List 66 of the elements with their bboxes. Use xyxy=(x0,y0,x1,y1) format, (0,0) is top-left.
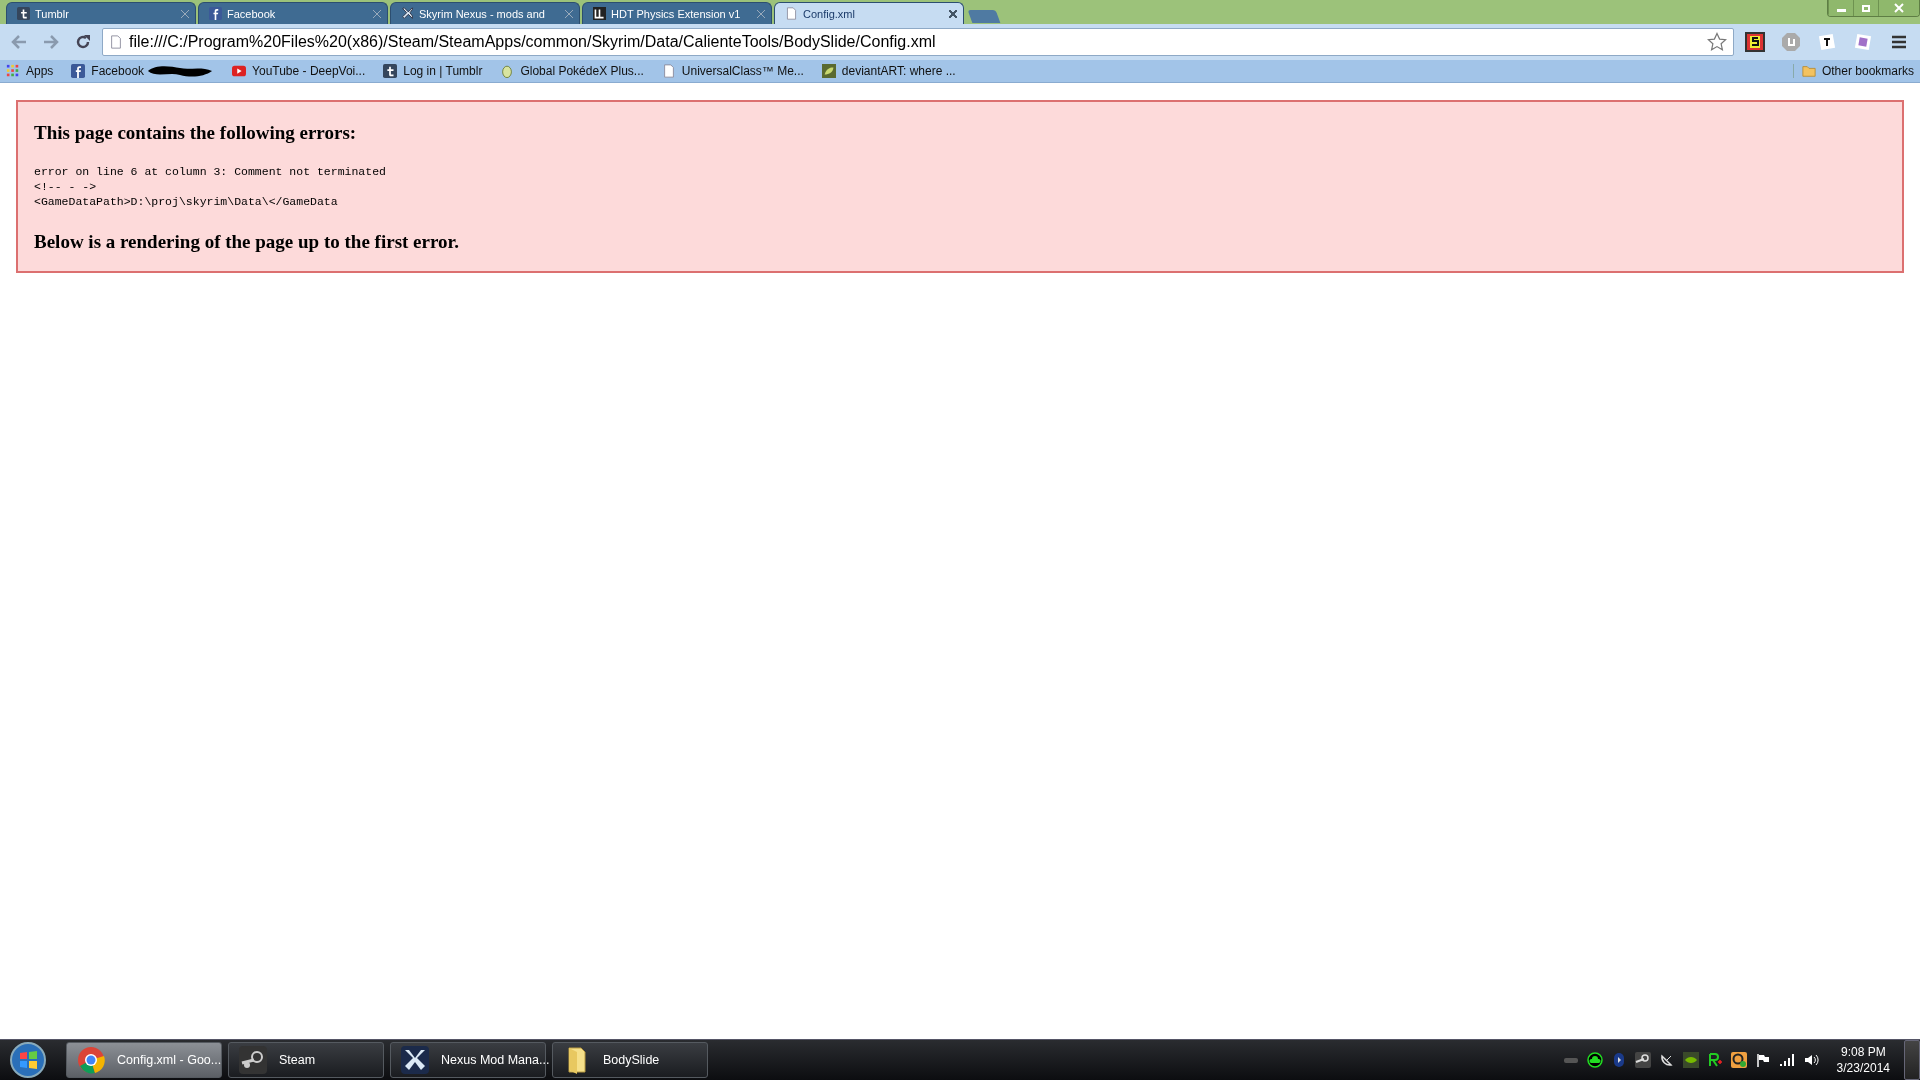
bookmark[interactable]: Facebook xyxy=(71,64,215,78)
signal-icon xyxy=(1778,1052,1795,1068)
error-line: error on line 6 at column 3: Comment not terminated xyxy=(34,164,387,179)
taskbar-button[interactable]: Config.xml - Goo... xyxy=(66,1042,222,1078)
ring-check-icon xyxy=(1730,1052,1747,1068)
error-line: <GameDataPath>D:\proj\skyrim\Data\</GameData xyxy=(34,194,339,209)
letter-tile-icon[interactable] xyxy=(1745,32,1765,52)
tumblr-icon xyxy=(17,7,30,20)
bookmark[interactable]: deviantART: where ... xyxy=(821,64,956,78)
page-icon xyxy=(109,35,123,49)
square-tile-icon[interactable] xyxy=(1853,32,1873,52)
forward-icon[interactable] xyxy=(42,33,60,51)
error-heading: This page contains the following errors: xyxy=(34,122,358,144)
error-footer: Below is a rendering of the page up to the first error. xyxy=(34,231,1886,253)
facebook-icon xyxy=(71,64,86,78)
bookmark[interactable]: Log in | Tumblr xyxy=(383,64,483,78)
eye-logo-icon xyxy=(1682,1052,1699,1068)
close-icon[interactable] xyxy=(565,9,573,18)
leaf-icon xyxy=(821,64,836,78)
t-card-icon[interactable] xyxy=(1817,32,1837,52)
bookmark-folder[interactable]: Other bookmarks xyxy=(1792,64,1914,78)
cloud-icon xyxy=(1586,1052,1603,1068)
close-icon[interactable] xyxy=(757,9,765,18)
bookmark[interactable]: Global PokédeX Plus... xyxy=(500,64,644,78)
start-button[interactable] xyxy=(8,1040,48,1080)
flag-icon xyxy=(1754,1052,1771,1068)
facebook-icon xyxy=(209,7,222,20)
bookmark[interactable]: Apps xyxy=(6,64,54,78)
grid-icon xyxy=(6,64,20,78)
play-icon xyxy=(232,64,247,78)
page-icon xyxy=(785,7,798,20)
bookmark[interactable]: YouTube - DeepVoi... xyxy=(232,64,366,78)
colored-circle-icon xyxy=(77,1046,105,1074)
crossed-arrows-icon xyxy=(401,1046,429,1074)
error-line: <!-- - -> xyxy=(34,179,98,194)
browser-tab[interactable]: Tumblr xyxy=(6,2,196,24)
letters-icon xyxy=(593,7,606,20)
close-icon[interactable] xyxy=(373,9,381,18)
show-desktop-button[interactable] xyxy=(1904,1040,1920,1080)
close-icon xyxy=(1894,3,1904,13)
minimize-button[interactable] xyxy=(1828,0,1853,16)
folder-icon xyxy=(1801,64,1816,78)
tumblr-icon xyxy=(383,64,398,78)
egg-icon xyxy=(500,64,515,78)
close-icon[interactable] xyxy=(181,9,189,18)
browser-tab[interactable]: HDT Physics Extension v1 xyxy=(582,2,772,24)
reload-icon[interactable] xyxy=(74,33,92,51)
speaker-icon xyxy=(1802,1052,1819,1068)
taskbar-button[interactable]: BodySlide xyxy=(552,1042,708,1078)
browser-tab[interactable]: Skyrim Nexus - mods and xyxy=(390,2,580,24)
close-button[interactable] xyxy=(1878,0,1919,16)
address-bar[interactable]: file:///C:/Program%20Files%20(x86)/Steam/SteamApps/common/Skyrim/Data/CalienteTools/BodySlide/Config.xml xyxy=(102,28,1734,56)
back-icon[interactable] xyxy=(10,33,28,51)
new-tab-button[interactable] xyxy=(967,10,1001,23)
close-icon[interactable] xyxy=(949,9,957,18)
browser-tab[interactable]: Facebook xyxy=(198,2,388,24)
satellite-dish-icon xyxy=(1658,1052,1675,1068)
restore-button[interactable] xyxy=(1853,0,1878,16)
crossed-arrows-icon xyxy=(401,7,414,20)
star-icon[interactable] xyxy=(1707,32,1727,52)
page-icon xyxy=(661,64,676,78)
clock-time: 9:08 PM xyxy=(1840,1044,1886,1060)
browser-tab[interactable]: Config.xml xyxy=(774,2,964,24)
bookmark[interactable]: UniversalClass™ Me... xyxy=(661,64,804,78)
taskbar-button[interactable]: Steam xyxy=(228,1042,384,1078)
clock-date: 3/23/2014 xyxy=(1836,1060,1890,1076)
